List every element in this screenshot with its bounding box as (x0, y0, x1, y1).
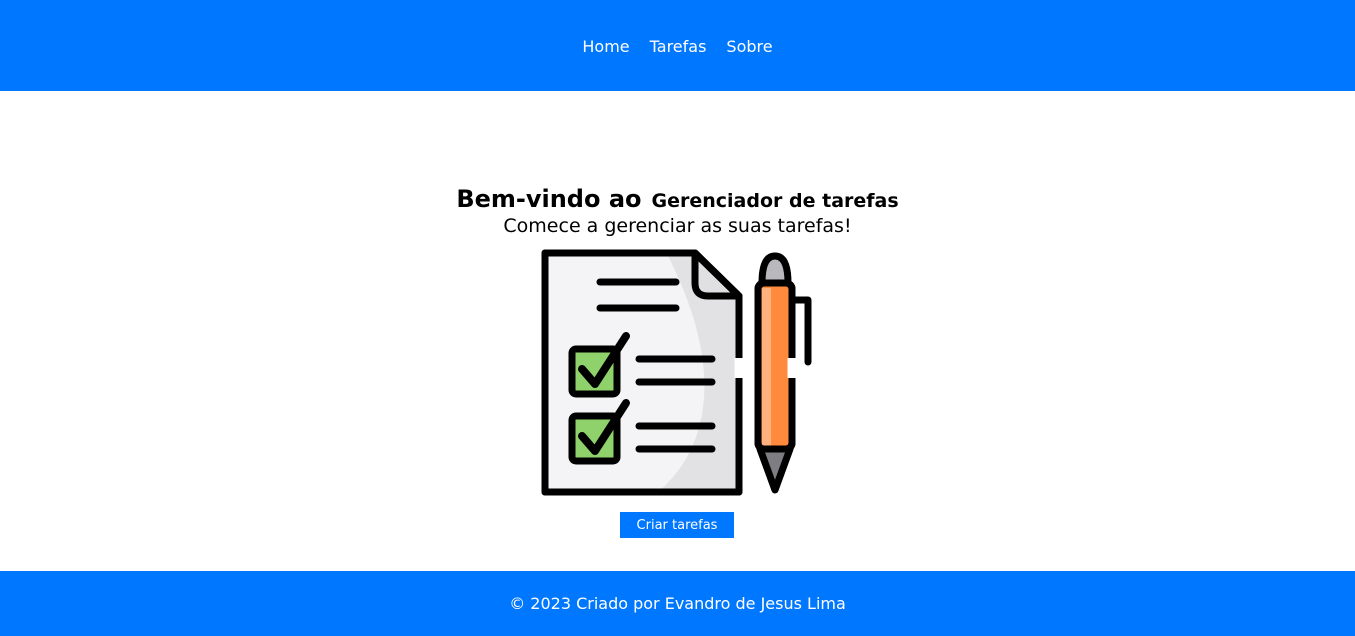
main-nav: Home Tarefas Sobre (582, 37, 772, 56)
nav-sobre-link[interactable]: Sobre (726, 37, 772, 56)
top-navbar: Home Tarefas Sobre (0, 0, 1355, 91)
nav-tarefas-link[interactable]: Tarefas (650, 37, 707, 56)
hero-section: Bem-vindo ao Gerenciador de tarefas Comec… (0, 91, 1355, 571)
title-main: Bem-vindo ao (456, 185, 642, 213)
create-tasks-button[interactable]: Criar tarefas (620, 512, 734, 538)
footer: © 2023 Criado por Evandro de Jesus Lima (0, 571, 1355, 636)
page-subtitle: Comece a gerenciar as suas tarefas! (503, 215, 852, 237)
footer-copyright: © 2023 Criado por Evandro de Jesus Lima (509, 594, 846, 613)
title-accent: Gerenciador de tarefas (651, 190, 899, 212)
nav-home-link[interactable]: Home (582, 37, 629, 56)
page-title: Bem-vindo ao Gerenciador de tarefas (0, 177, 1355, 215)
checklist-and-pen-icon (540, 248, 816, 498)
